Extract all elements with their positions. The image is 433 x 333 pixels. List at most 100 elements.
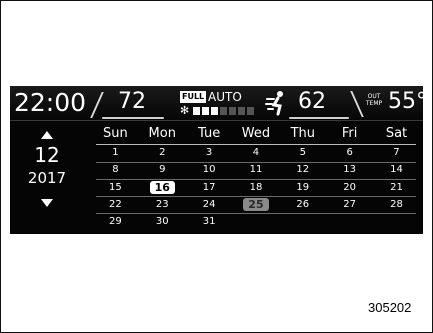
fan-level-bar [211, 107, 218, 115]
calendar-day[interactable]: 20 [326, 181, 373, 195]
calendar-day[interactable]: 1 [92, 146, 139, 160]
calendar-day-label: 25 [243, 197, 269, 211]
calendar-day-label: 23 [155, 198, 169, 210]
calendar-day[interactable]: 16 [139, 180, 186, 195]
passenger-temperature: 62 [298, 89, 326, 114]
driver-temperature: 72 [118, 89, 146, 114]
weekday-wed: Wed [241, 126, 271, 141]
calendar-week-row: 29 30 31 [92, 215, 420, 229]
calendar-empty-cell [279, 215, 326, 229]
calendar-day-label: 20 [343, 181, 356, 193]
calendar-day-label: 1 [112, 147, 119, 158]
figure-number: 305202 [368, 300, 412, 315]
calendar-day-label: 16 [149, 180, 175, 194]
outside-temperature: 55°F [388, 89, 423, 114]
calendar-header-line [96, 144, 416, 145]
weekday-mon: Mon [148, 126, 176, 141]
calendar-day[interactable]: 5 [279, 146, 326, 160]
calendar-day-label: 2 [159, 147, 166, 158]
calendar-day[interactable]: 17 [186, 181, 233, 195]
calendar-day[interactable]: 7 [373, 146, 420, 160]
out-temp-label: OUT TEMP [365, 93, 383, 107]
calendar-day-label: 17 [202, 181, 216, 193]
divider-right [350, 91, 364, 117]
calendar-day-label: 27 [343, 198, 356, 210]
calendar-day[interactable]: 6 [326, 146, 373, 160]
status-bar: 22:00 72 FULL AUTO ✻ 62 OUT TEMP 55°F [10, 86, 423, 121]
calendar-day[interactable]: 19 [279, 181, 326, 195]
calendar-day-label: 24 [202, 198, 216, 210]
outside-temperature-value: 55 [388, 89, 416, 114]
fan-level-bar [238, 107, 245, 115]
calendar-day-label: 11 [249, 164, 263, 176]
fan-level-bar [247, 107, 254, 115]
calendar-day-label: 18 [249, 181, 263, 193]
airflow-icon [265, 91, 283, 116]
calendar-day[interactable]: 22 [92, 198, 139, 212]
out-temp-label-line1: OUT [367, 93, 381, 100]
fan-level-bar [229, 107, 236, 115]
outside-temperature-unit: °F [416, 89, 423, 114]
calendar-day-label: 7 [393, 147, 400, 158]
weekday-thu: Thu [290, 126, 315, 141]
calendar-day[interactable]: 30 [139, 215, 186, 229]
calendar-day-label: 15 [109, 181, 122, 193]
date-selector: 12 2017 [10, 121, 80, 234]
calendar-day-label: 28 [390, 198, 403, 210]
month-value: 12 [34, 143, 60, 167]
fan-level-bar [220, 107, 227, 115]
calendar-day[interactable]: 8 [92, 163, 139, 177]
calendar-day[interactable]: 4 [233, 146, 280, 160]
calendar-day[interactable]: 21 [373, 181, 420, 195]
arrow-up-icon[interactable] [41, 131, 53, 139]
calendar-day[interactable]: 3 [186, 146, 233, 160]
calendar-day[interactable]: 14 [373, 163, 420, 177]
calendar-empty-cell [233, 215, 280, 229]
fan-icon: ✻ [180, 104, 190, 117]
calendar-day[interactable]: 12 [279, 163, 326, 177]
out-temp-label-line2: TEMP [365, 100, 383, 107]
calendar-day[interactable]: 13 [326, 163, 373, 177]
year-value: 2017 [27, 169, 67, 187]
calendar-day[interactable]: 9 [139, 163, 186, 177]
passenger-temp-underline [289, 117, 349, 119]
calendar-week-row: 8 9 10 11 12 13 14 [92, 163, 420, 177]
divider-left [90, 92, 104, 118]
weekday-sat: Sat [385, 126, 408, 141]
fan-level-bars [193, 107, 254, 115]
calendar-day-label: 31 [202, 216, 216, 228]
calendar-week-row: 15 16 17 18 19 20 21 [92, 180, 420, 195]
calendar-day[interactable]: 15 [92, 181, 139, 195]
calendar-day[interactable]: 31 [186, 215, 233, 229]
calendar-day-label: 29 [109, 216, 122, 228]
clock: 22:00 [14, 88, 87, 117]
calendar-day[interactable]: 2 [139, 146, 186, 160]
calendar-day[interactable]: 25 [233, 197, 280, 212]
calendar-day-label: 12 [296, 164, 310, 176]
calendar-week-row: 22 23 24 25 26 27 28 [92, 197, 420, 212]
driver-temp-underline [102, 117, 164, 119]
calendar-day-label: 5 [299, 147, 306, 158]
fan-mode-badge: FULL [180, 91, 207, 103]
calendar-day-label: 21 [390, 181, 403, 193]
fan-mode-text: AUTO [208, 90, 242, 104]
fan-level-bar [202, 107, 209, 115]
calendar-day[interactable]: 18 [233, 181, 280, 195]
calendar-day-label: 30 [155, 216, 169, 228]
calendar-day-label: 9 [159, 164, 166, 176]
calendar-day[interactable]: 26 [279, 198, 326, 212]
calendar-day[interactable]: 29 [92, 215, 139, 229]
calendar-day-label: 14 [390, 164, 403, 176]
calendar-day[interactable]: 11 [233, 163, 280, 177]
arrow-down-icon[interactable] [41, 199, 53, 207]
calendar-day[interactable]: 10 [186, 163, 233, 177]
calendar-day[interactable]: 27 [326, 198, 373, 212]
calendar-day-label: 8 [112, 164, 119, 176]
calendar-day[interactable]: 28 [373, 198, 420, 212]
calendar-empty-cell [373, 215, 420, 229]
calendar-day[interactable]: 23 [139, 198, 186, 212]
calendar-day[interactable]: 24 [186, 198, 233, 212]
weekday-fri: Fri [341, 126, 358, 141]
calendar-day-label: 13 [343, 164, 356, 176]
calendar-day-label: 3 [205, 147, 213, 158]
